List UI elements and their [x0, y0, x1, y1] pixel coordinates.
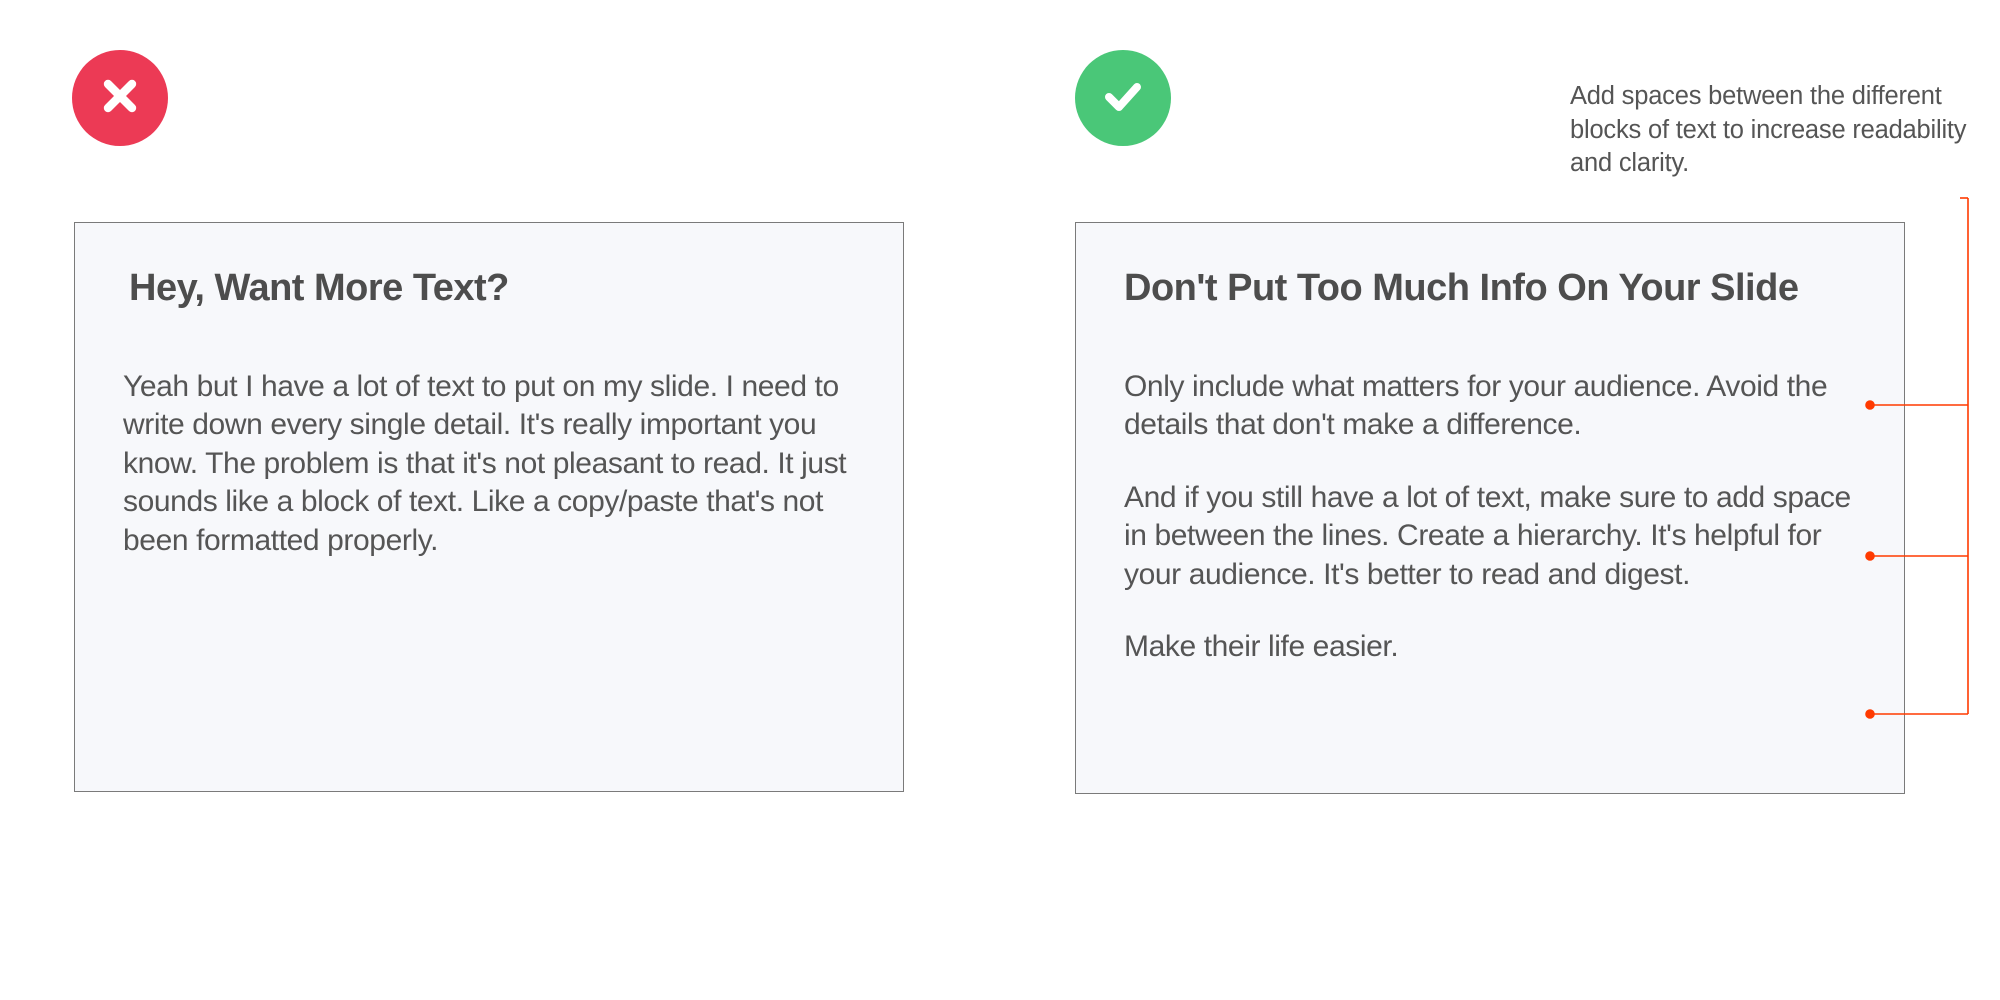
correct-card-p3: Make their life easier. [1124, 628, 1856, 666]
wrong-card-heading: Hey, Want More Text? [123, 267, 855, 310]
check-icon [1099, 72, 1147, 125]
wrong-card-body: Yeah but I have a lot of text to put on … [123, 368, 855, 560]
correct-card-p2: And if you still have a lot of text, mak… [1124, 479, 1856, 594]
correct-card-p1: Only include what matters for your audie… [1124, 368, 1856, 445]
example-card-correct: Don't Put Too Much Info On Your Slide On… [1075, 222, 1905, 794]
wrong-badge [72, 50, 168, 146]
correct-card-heading: Don't Put Too Much Info On Your Slide [1124, 267, 1856, 310]
annotation-text: Add spaces between the different blocks … [1570, 80, 1970, 181]
cross-icon [96, 72, 144, 125]
example-card-wrong: Hey, Want More Text? Yeah but I have a l… [74, 222, 904, 792]
correct-badge [1075, 50, 1171, 146]
